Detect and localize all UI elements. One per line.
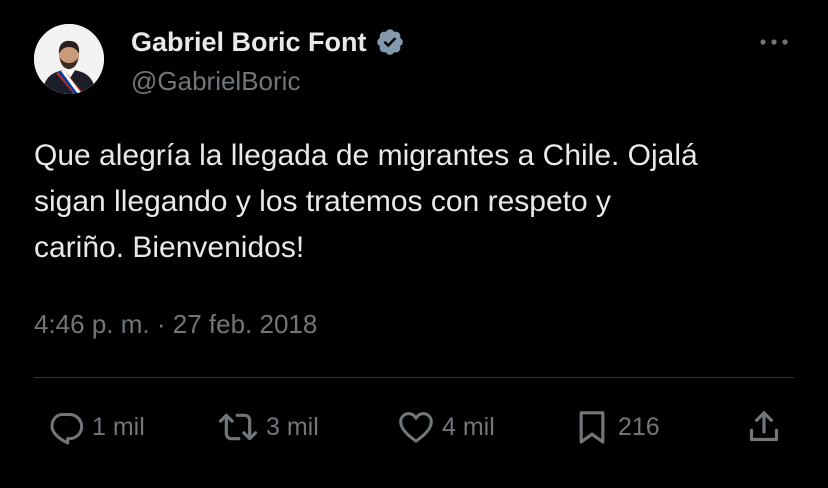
- reply-button[interactable]: 1 mil: [46, 405, 145, 449]
- tweet-timestamp[interactable]: 4:46 p. m. · 27 feb. 2018: [34, 306, 317, 342]
- bookmark-button[interactable]: 216: [572, 405, 660, 449]
- avatar[interactable]: [34, 24, 104, 94]
- tweet-date: 27 feb. 2018: [172, 309, 318, 339]
- heart-icon: [399, 412, 433, 443]
- author-display-name[interactable]: Gabriel Boric Font: [131, 25, 367, 59]
- tweet-text: Que alegría la llegada de migrantes a Ch…: [34, 139, 698, 264]
- share-button[interactable]: [744, 405, 784, 449]
- like-button[interactable]: 4 mil: [396, 405, 495, 449]
- avatar-image: [34, 24, 104, 94]
- author-name-row: Gabriel Boric Font: [131, 25, 405, 59]
- retweet-button[interactable]: 3 mil: [216, 405, 319, 449]
- timestamp-separator: ·: [156, 309, 166, 339]
- reply-icon: [50, 413, 84, 445]
- reply-count: 1 mil: [92, 412, 145, 441]
- more-icon: [760, 39, 788, 45]
- tweet-time: 4:46 p. m.: [34, 309, 150, 339]
- like-count: 4 mil: [442, 412, 495, 441]
- author-handle[interactable]: @GabrielBoric: [131, 64, 300, 98]
- retweet-count: 3 mil: [266, 412, 319, 441]
- bookmark-count: 216: [618, 412, 660, 441]
- more-options-button[interactable]: [756, 30, 792, 54]
- verified-badge-icon: [375, 27, 405, 57]
- retweet-icon: [218, 413, 258, 441]
- divider: [34, 377, 794, 378]
- share-icon: [749, 411, 779, 442]
- bookmark-icon: [579, 411, 605, 444]
